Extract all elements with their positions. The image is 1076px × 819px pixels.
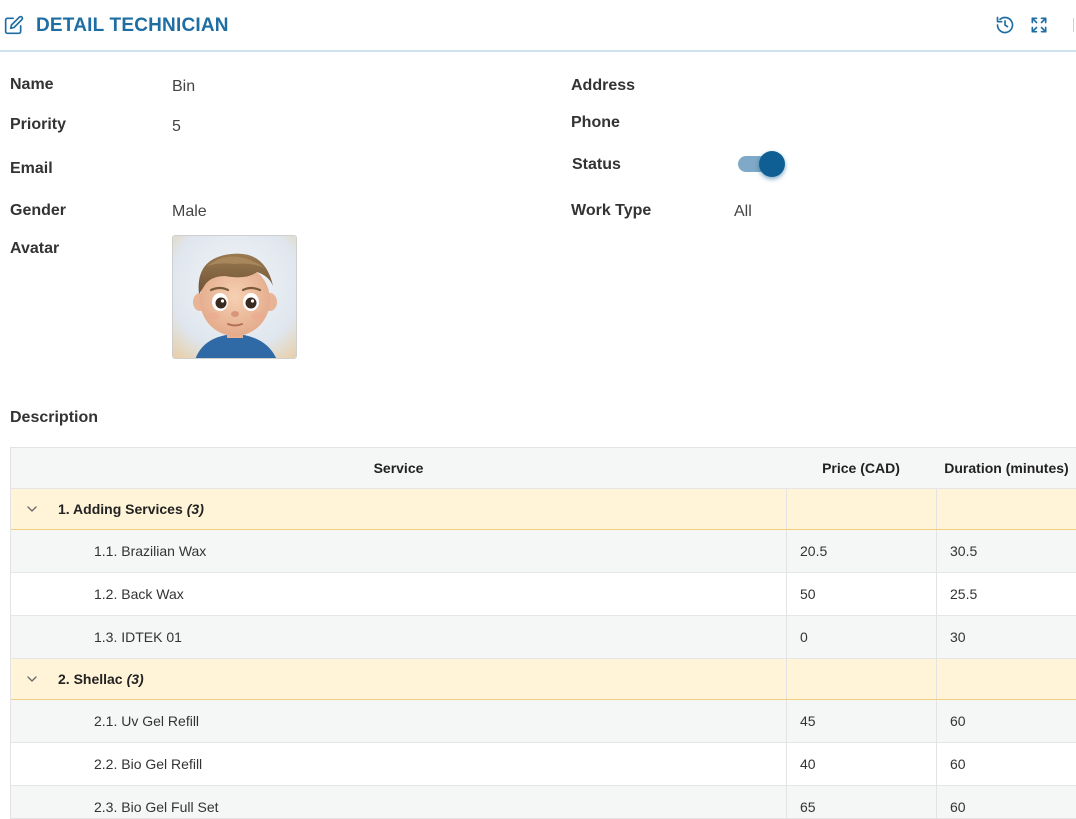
avatar[interactable]: [172, 235, 297, 359]
column-header-price[interactable]: Price (CAD): [786, 448, 936, 488]
service-cell: 1.2. Back Wax: [94, 586, 184, 602]
edit-icon: [4, 15, 24, 35]
priority-label: Priority: [10, 116, 67, 133]
column-header-duration[interactable]: Duration (minutes): [936, 448, 1076, 488]
work-type-value: All: [734, 203, 752, 220]
group-cell: 1. Adding Services (3): [11, 489, 786, 529]
email-label: Email: [10, 160, 53, 177]
table-row[interactable]: 1.1. Brazilian Wax 20.5 30.5: [11, 530, 1076, 573]
group-cell: 2. Shellac (3): [11, 659, 786, 699]
work-type-label: Work Type: [571, 202, 652, 219]
gender-label: Gender: [10, 202, 67, 219]
duration-cell: 30: [936, 616, 1076, 658]
duration-cell: 60: [936, 743, 1076, 785]
group-row[interactable]: 1. Adding Services (3): [11, 489, 1076, 530]
gender-value: Male: [172, 203, 207, 220]
group-duration-cell: [936, 489, 1076, 529]
avatar-image: [173, 236, 296, 358]
group-duration-cell: [936, 659, 1076, 699]
table-row[interactable]: 1.2. Back Wax 50 25.5: [11, 573, 1076, 616]
name-value: Bin: [172, 78, 196, 95]
group-title: 2. Shellac (3): [58, 671, 144, 687]
group-price-cell: [786, 489, 936, 529]
price-cell: 40: [786, 743, 936, 785]
page-title: DETAIL TECHNICIAN: [36, 15, 229, 36]
group-title: 1. Adding Services (3): [58, 501, 204, 517]
service-cell: 1.1. Brazilian Wax: [94, 543, 207, 559]
price-cell: 50: [786, 573, 936, 615]
duration-cell: 25.5: [936, 573, 1076, 615]
history-icon[interactable]: [995, 15, 1015, 35]
duration-cell: 60: [936, 700, 1076, 742]
expand-icon[interactable]: [1029, 15, 1049, 35]
priority-value: 5: [172, 118, 181, 135]
table-row[interactable]: 1.3. IDTEK 01 0 30: [11, 616, 1076, 659]
service-cell: 1.3. IDTEK 01: [94, 629, 182, 645]
group-label: 1. Adding Services: [58, 501, 183, 517]
service-cell: 2.2. Bio Gel Refill: [94, 756, 203, 772]
price-cell: 45: [786, 700, 936, 742]
duration-cell: 30.5: [936, 530, 1076, 572]
header-divider: [1073, 18, 1074, 32]
group-count: (3): [126, 671, 144, 687]
group-price-cell: [786, 659, 936, 699]
column-header-service[interactable]: Service: [11, 448, 786, 488]
avatar-label: Avatar: [10, 240, 60, 257]
service-cell: 2.1. Uv Gel Refill: [94, 713, 200, 729]
table-row[interactable]: 2.3. Bio Gel Full Set 65 60: [11, 786, 1076, 818]
phone-label: Phone: [571, 114, 620, 131]
status-label: Status: [572, 156, 621, 173]
chevron-down-icon[interactable]: [25, 672, 39, 686]
price-cell: 0: [786, 616, 936, 658]
panel-header: DETAIL TECHNICIAN: [0, 0, 1076, 52]
price-cell: 20.5: [786, 530, 936, 572]
group-label: 2. Shellac: [58, 671, 123, 687]
name-label: Name: [10, 76, 54, 93]
status-toggle-knob: [759, 151, 785, 177]
chevron-down-icon[interactable]: [25, 502, 39, 516]
group-count: (3): [186, 501, 204, 517]
table-header: Service Price (CAD) Duration (minutes): [11, 448, 1076, 489]
price-cell: 65: [786, 786, 936, 818]
duration-cell: 60: [936, 786, 1076, 818]
table-row[interactable]: 2.2. Bio Gel Refill 40 60: [11, 743, 1076, 786]
status-toggle[interactable]: [737, 151, 787, 177]
service-cell: 2.3. Bio Gel Full Set: [94, 799, 219, 815]
services-table: Service Price (CAD) Duration (minutes) 1…: [10, 447, 1076, 819]
description-label: Description: [10, 409, 99, 426]
table-row[interactable]: 2.1. Uv Gel Refill 45 60: [11, 700, 1076, 743]
group-row[interactable]: 2. Shellac (3): [11, 659, 1076, 700]
address-label: Address: [571, 77, 636, 94]
